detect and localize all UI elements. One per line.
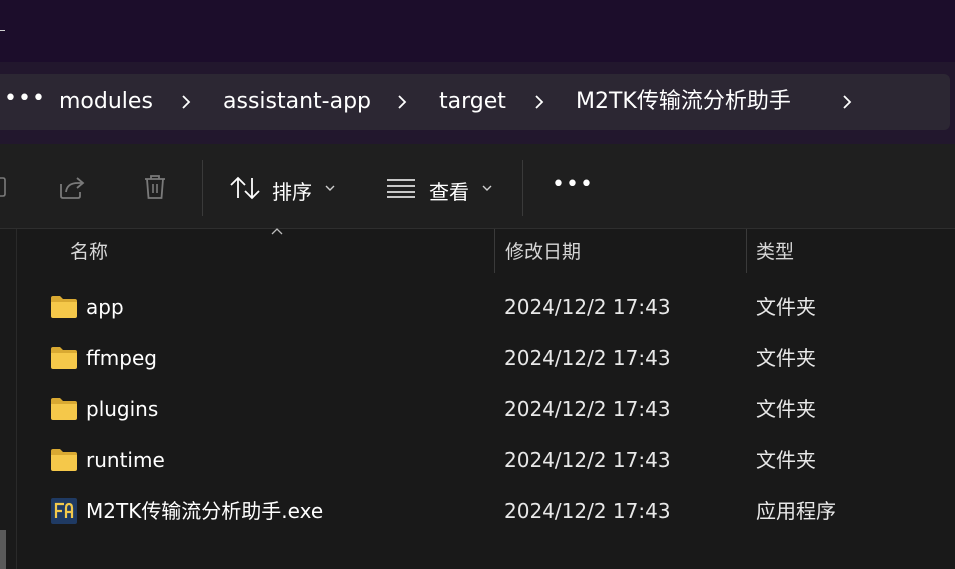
file-row-ffmpeg[interactable]: ffmpeg 2024/12/2 17:43 文件夹 (40, 334, 955, 382)
folder-icon (51, 347, 77, 369)
file-name: M2TK传输流分析助手.exe (86, 499, 324, 523)
chevron-right-icon[interactable] (393, 93, 411, 111)
breadcrumb[interactable]: ••• modules assistant-app target M2TK传输流… (0, 74, 950, 130)
chevron-right-icon[interactable] (177, 93, 195, 111)
file-date-modified: 2024/12/2 17:43 (504, 346, 671, 370)
file-row-plugins[interactable]: plugins 2024/12/2 17:43 文件夹 (40, 385, 955, 433)
chevron-right-icon[interactable] (838, 93, 856, 111)
breadcrumb-item-target[interactable]: target (439, 74, 506, 130)
breadcrumb-item-modules[interactable]: modules (59, 74, 153, 130)
file-type: 文件夹 (756, 397, 816, 421)
toolbar-divider (522, 160, 523, 216)
file-name: plugins (86, 397, 159, 421)
file-name: ffmpeg (86, 346, 157, 370)
sort-icon[interactable] (229, 176, 261, 200)
file-type: 文件夹 (756, 346, 816, 370)
folder-icon (51, 449, 77, 471)
column-header-name[interactable]: 名称 (70, 229, 108, 275)
file-row-runtime[interactable]: runtime 2024/12/2 17:43 文件夹 (40, 436, 955, 484)
column-header-type[interactable]: 类型 (756, 229, 794, 275)
file-name: app (86, 295, 124, 319)
file-date-modified: 2024/12/2 17:43 (504, 397, 671, 421)
file-date-modified: 2024/12/2 17:43 (504, 448, 671, 472)
view-button[interactable]: 查看 (429, 176, 469, 205)
file-type: 应用程序 (756, 499, 836, 523)
view-lines-icon[interactable] (386, 178, 416, 198)
column-divider[interactable] (494, 229, 495, 273)
file-name: runtime (86, 448, 165, 472)
folder-icon (51, 398, 77, 420)
chevron-right-icon[interactable] (530, 93, 548, 111)
breadcrumb-item-current-folder[interactable]: M2TK传输流分析助手 (576, 74, 791, 130)
file-type: 文件夹 (756, 448, 816, 472)
breadcrumb-item-assistant-app[interactable]: assistant-app (223, 74, 371, 130)
share-icon[interactable] (58, 174, 86, 200)
chevron-down-icon[interactable] (482, 184, 492, 192)
chevron-down-icon[interactable] (325, 184, 335, 192)
title-bar (0, 0, 955, 62)
more-options-button[interactable]: ••• (552, 172, 594, 197)
file-date-modified: 2024/12/2 17:43 (504, 499, 671, 523)
title-bar-mark (0, 30, 5, 31)
command-bar: 排序 查看 ••• (0, 144, 955, 229)
sort-ascending-icon (271, 228, 283, 235)
folder-icon (51, 296, 77, 318)
sort-button[interactable]: 排序 (272, 176, 312, 205)
breadcrumb-overflow-button[interactable]: ••• (4, 74, 46, 130)
file-date-modified: 2024/12/2 17:43 (504, 295, 671, 319)
delete-icon[interactable] (142, 173, 168, 201)
file-type: 文件夹 (756, 295, 816, 319)
navigation-pane-edge (0, 229, 17, 569)
exe-app-icon (51, 498, 77, 524)
file-row-app[interactable]: app 2024/12/2 17:43 文件夹 (40, 283, 955, 331)
navigation-pane-scrollbar[interactable] (0, 530, 6, 569)
copy-icon[interactable] (0, 176, 6, 198)
column-divider[interactable] (746, 229, 747, 273)
column-header-date-modified[interactable]: 修改日期 (505, 229, 581, 275)
file-row-exe[interactable]: M2TK传输流分析助手.exe 2024/12/2 17:43 应用程序 (40, 487, 955, 535)
toolbar-divider (202, 160, 203, 216)
